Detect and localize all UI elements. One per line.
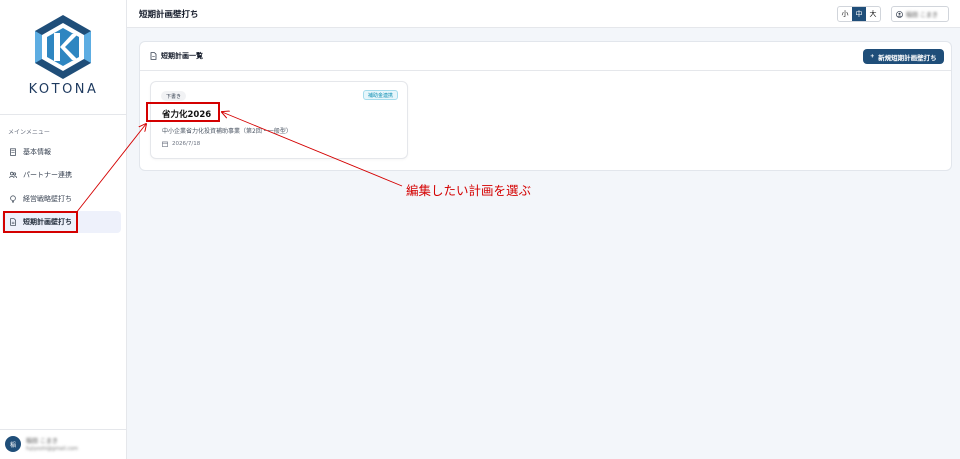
account-name: 稲田 こまき bbox=[906, 11, 938, 19]
status-badge: 下書き bbox=[161, 91, 187, 101]
lightbulb-icon bbox=[9, 194, 17, 203]
font-size-toggle: 小 中 大 bbox=[837, 6, 881, 22]
subsidy-link-badge: 補助金連携 bbox=[363, 90, 399, 100]
sidebar-divider bbox=[0, 114, 127, 115]
panel-title: 短期計画一覧 bbox=[150, 51, 203, 61]
building-icon bbox=[9, 148, 17, 156]
plan-date: 2026/7/18 bbox=[162, 141, 200, 147]
user-circle-icon bbox=[896, 10, 903, 18]
panel-title-label: 短期計画一覧 bbox=[161, 52, 203, 60]
sidebar-item-label: 基本情報 bbox=[23, 148, 51, 156]
card-highlight-box bbox=[146, 102, 220, 122]
menu-section-title: メインメニュー bbox=[8, 129, 50, 136]
calendar-icon bbox=[162, 141, 168, 147]
sidebar-item-label: パートナー連携 bbox=[23, 171, 72, 180]
user-name: 稲田 こまき bbox=[26, 438, 58, 445]
users-icon bbox=[9, 171, 17, 179]
sidebar-item-partner[interactable]: パートナー連携 bbox=[2, 164, 121, 186]
annotation-text: 編集したい計画を選ぶ bbox=[406, 183, 532, 198]
page-title: 短期計画壁打ち bbox=[139, 10, 199, 20]
new-plan-button-label: 新規短期計画壁打ち bbox=[878, 54, 937, 62]
top-header: 短期計画壁打ち 小 中 大 稲田 こまき bbox=[127, 0, 960, 28]
sidebar-bottom-divider bbox=[0, 429, 127, 430]
size-small-button[interactable]: 小 bbox=[838, 7, 852, 21]
plan-list-panel: 短期計画一覧 + 新規短期計画壁打ち 下書き 補助金連携 省力化2026 中小企… bbox=[139, 41, 952, 171]
document-icon bbox=[150, 52, 157, 60]
plan-subsidy-program: 中小企業省力化投資補助事業（第2回・一般型） bbox=[162, 128, 292, 135]
size-medium-button[interactable]: 中 bbox=[852, 7, 866, 21]
account-menu-button[interactable]: 稲田 こまき bbox=[891, 6, 949, 22]
sidebar-item-label: 経営戦略壁打ち bbox=[23, 194, 72, 203]
kotona-logo-icon[interactable] bbox=[34, 14, 92, 80]
user-email: fujiyoshi@gmail.com bbox=[26, 446, 79, 452]
size-large-button[interactable]: 大 bbox=[866, 7, 880, 21]
sidebar-item-basic-info[interactable]: 基本情報 bbox=[2, 141, 121, 163]
plan-date-value: 2026/7/18 bbox=[172, 141, 201, 147]
brand-name: KOTONA bbox=[28, 82, 99, 97]
avatar: 稲 bbox=[5, 436, 21, 452]
user-profile[interactable]: 稲 稲田 こまき fujiyoshi@gmail.com bbox=[5, 436, 78, 452]
sidebar-highlight-box bbox=[3, 211, 78, 233]
plus-icon: + bbox=[870, 53, 875, 60]
panel-header: 短期計画一覧 + 新規短期計画壁打ち bbox=[140, 42, 951, 71]
sidebar-item-strategy[interactable]: 経営戦略壁打ち bbox=[2, 188, 121, 210]
new-plan-button[interactable]: + 新規短期計画壁打ち bbox=[863, 49, 944, 64]
